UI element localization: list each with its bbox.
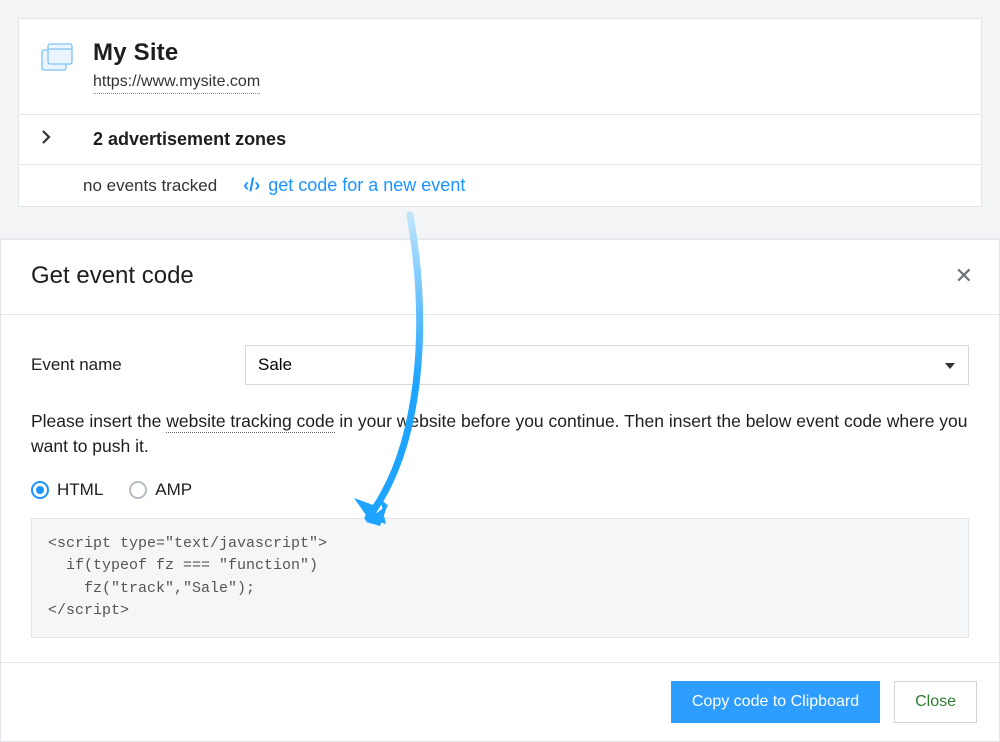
get-code-link-text: get code for a new event <box>268 175 465 196</box>
event-name-select-wrap <box>245 345 969 385</box>
radio-selected-icon <box>31 481 49 499</box>
site-card: My Site https://www.mysite.com 2 adverti… <box>18 18 982 207</box>
site-title: My Site <box>93 39 260 67</box>
format-radio-html-label: HTML <box>57 480 103 500</box>
format-radio-amp-label: AMP <box>155 480 192 500</box>
close-button[interactable]: Close <box>894 681 977 723</box>
format-radio-html[interactable]: HTML <box>31 480 103 500</box>
format-radio-group: HTML AMP <box>31 480 969 500</box>
no-events-label: no events tracked <box>83 176 217 196</box>
zones-row[interactable]: 2 advertisement zones <box>19 114 981 164</box>
site-header: My Site https://www.mysite.com <box>19 19 981 114</box>
copy-button[interactable]: Copy code to Clipboard <box>671 681 880 723</box>
event-code-box[interactable]: <script type="text/javascript"> if(typeo… <box>31 518 969 638</box>
get-code-link[interactable]: ‹/› get code for a new event <box>243 175 465 196</box>
close-icon[interactable]: ✕ <box>955 265 973 287</box>
help-text: Please insert the website tracking code … <box>31 409 969 460</box>
tracking-code-link[interactable]: website tracking code <box>166 411 334 433</box>
format-radio-amp[interactable]: AMP <box>129 480 192 500</box>
events-row: no events tracked ‹/› get code for a new… <box>19 164 981 206</box>
code-brackets-icon: ‹/› <box>243 175 260 196</box>
site-url-link[interactable]: https://www.mysite.com <box>93 73 260 94</box>
event-name-select[interactable] <box>245 345 969 385</box>
site-pages-icon <box>41 43 75 78</box>
event-name-label: Event name <box>31 355 215 375</box>
modal-footer: Copy code to Clipboard Close <box>1 662 999 741</box>
event-code-modal: Get event code ✕ Event name Please inser… <box>0 239 1000 742</box>
modal-title: Get event code <box>31 262 194 290</box>
zones-label: 2 advertisement zones <box>93 129 286 150</box>
chevron-right-icon <box>41 130 51 149</box>
radio-unselected-icon <box>129 481 147 499</box>
